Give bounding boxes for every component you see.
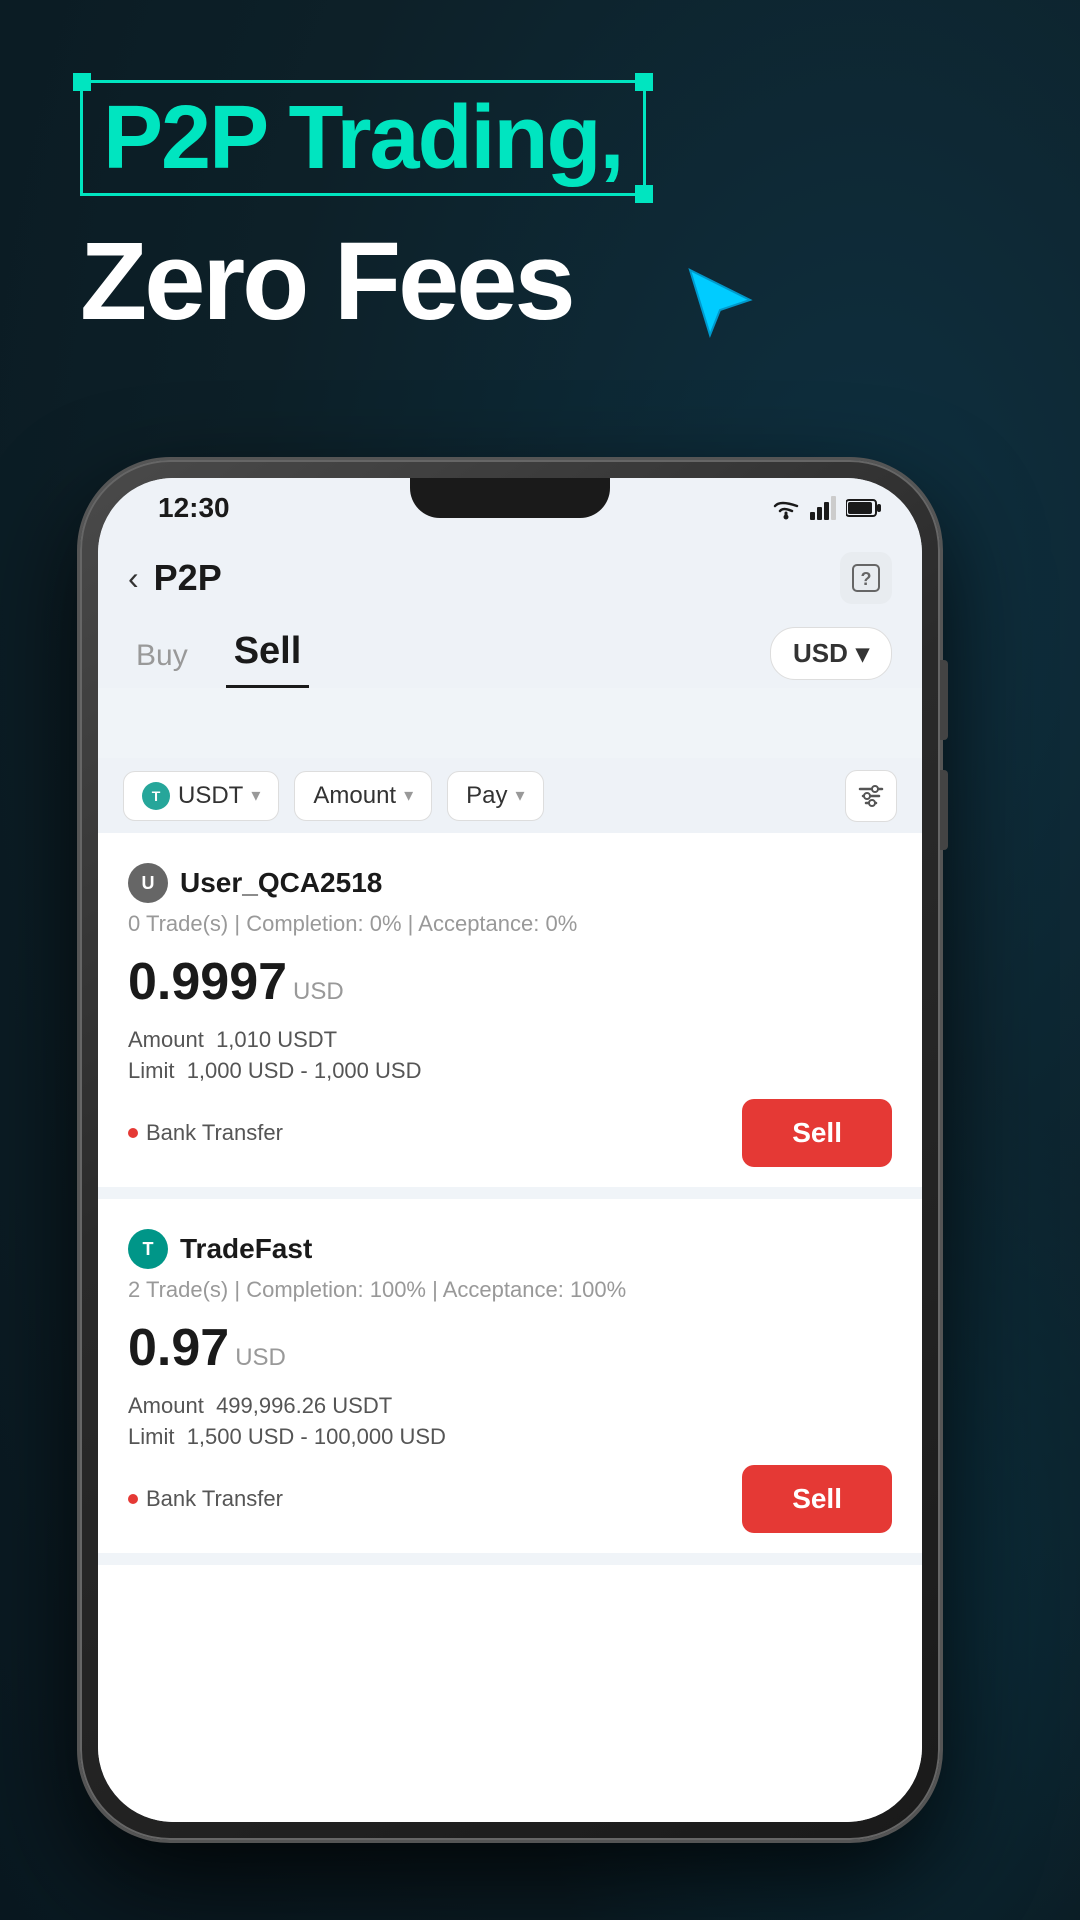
trader-name: User_QCA2518 xyxy=(180,867,382,899)
currency-selector[interactable]: USD ▾ xyxy=(770,627,892,680)
phone-screen: 12:30 xyxy=(98,478,922,1822)
usdt-icon: T xyxy=(142,782,170,810)
currency-chevron-icon: ▾ xyxy=(856,638,869,669)
amount-detail: Amount 499,996.26 USDT xyxy=(128,1393,892,1419)
volume-button xyxy=(940,770,948,850)
trade-card: T TradeFast 2 Trade(s) | Completion: 100… xyxy=(98,1199,922,1565)
crypto-filter[interactable]: T USDT ▾ xyxy=(123,771,279,821)
pay-label: Pay xyxy=(466,782,507,810)
app-header: ‹ P2P ? xyxy=(98,538,922,618)
price-currency: USD xyxy=(235,1344,286,1372)
notch xyxy=(410,478,610,518)
trader-header: U User_QCA2518 xyxy=(128,863,892,903)
handle-tr xyxy=(635,73,653,91)
phone-outer: 12:30 xyxy=(80,460,940,1840)
currency-value: USD xyxy=(793,638,848,669)
amount-label: Amount xyxy=(313,782,396,810)
pay-filter[interactable]: Pay ▾ xyxy=(447,771,543,821)
selection-box: P2P Trading, xyxy=(80,80,646,196)
signal-icon xyxy=(810,496,838,520)
trade-card-bottom: Bank Transfer Sell xyxy=(128,1465,892,1533)
tab-buy[interactable]: Buy xyxy=(128,627,196,688)
trade-tabs: Buy Sell USD ▾ xyxy=(98,618,922,688)
phone-mockup: 12:30 xyxy=(80,460,940,1840)
limit-detail: Limit 1,000 USD - 1,000 USD xyxy=(128,1058,892,1084)
payment-method: Bank Transfer xyxy=(128,1486,283,1512)
page-title: P2P xyxy=(154,557,222,599)
sell-button-2[interactable]: Sell xyxy=(742,1465,892,1533)
payment-dot xyxy=(128,1494,138,1504)
wifi-icon xyxy=(770,495,802,521)
help-button[interactable]: ? xyxy=(840,552,892,604)
payment-method: Bank Transfer xyxy=(128,1120,283,1146)
avatar: U xyxy=(128,863,168,903)
trader-stats: 0 Trade(s) | Completion: 0% | Acceptance… xyxy=(128,911,892,937)
headline-p2p: P2P Trading, xyxy=(103,88,623,188)
amount-chevron-icon: ▾ xyxy=(404,785,413,806)
crypto-label: USDT xyxy=(178,782,243,810)
power-button xyxy=(940,660,948,740)
back-chevron-icon: ‹ xyxy=(128,560,139,597)
price-row: 0.97 USD xyxy=(128,1318,892,1378)
pay-chevron-icon: ▾ xyxy=(516,785,525,806)
price-value: 0.9997 xyxy=(128,952,287,1012)
trade-card: U User_QCA2518 0 Trade(s) | Completion: … xyxy=(98,833,922,1199)
trade-details: Amount 1,010 USDT Limit 1,000 USD - 1,00… xyxy=(128,1027,892,1084)
trader-stats: 2 Trade(s) | Completion: 100% | Acceptan… xyxy=(128,1277,892,1303)
battery-icon xyxy=(846,498,882,518)
filter-icon xyxy=(857,782,885,810)
avatar: T xyxy=(128,1229,168,1269)
help-icon: ? xyxy=(851,563,881,593)
amount-filter[interactable]: Amount ▾ xyxy=(294,771,432,821)
handle-br xyxy=(635,185,653,203)
price-value: 0.97 xyxy=(128,1318,229,1378)
filter-row: T USDT ▾ Amount ▾ Pay ▾ xyxy=(98,758,922,833)
payment-dot xyxy=(128,1128,138,1138)
amount-detail: Amount 1,010 USDT xyxy=(128,1027,892,1053)
svg-text:?: ? xyxy=(861,569,872,589)
listings-area: U User_QCA2518 0 Trade(s) | Completion: … xyxy=(98,833,922,1822)
trade-card-bottom: Bank Transfer Sell xyxy=(128,1099,892,1167)
status-icons xyxy=(770,495,882,521)
trade-details: Amount 499,996.26 USDT Limit 1,500 USD -… xyxy=(128,1393,892,1450)
trader-name: TradeFast xyxy=(180,1233,312,1265)
trader-header: T TradeFast xyxy=(128,1229,892,1269)
price-row: 0.9997 USD xyxy=(128,952,892,1012)
status-time: 12:30 xyxy=(158,492,230,524)
back-button[interactable]: ‹ P2P xyxy=(128,557,222,599)
sell-button-1[interactable]: Sell xyxy=(742,1099,892,1167)
advanced-filter-button[interactable] xyxy=(845,770,897,822)
headline-zero: Zero Fees xyxy=(80,220,573,343)
crypto-chevron-icon: ▾ xyxy=(251,785,260,806)
limit-detail: Limit 1,500 USD - 100,000 USD xyxy=(128,1424,892,1450)
header-area: P2P Trading, Zero Fees xyxy=(80,80,646,342)
tab-sell[interactable]: Sell xyxy=(226,618,310,688)
handle-tl xyxy=(73,73,91,91)
price-currency: USD xyxy=(293,978,344,1006)
